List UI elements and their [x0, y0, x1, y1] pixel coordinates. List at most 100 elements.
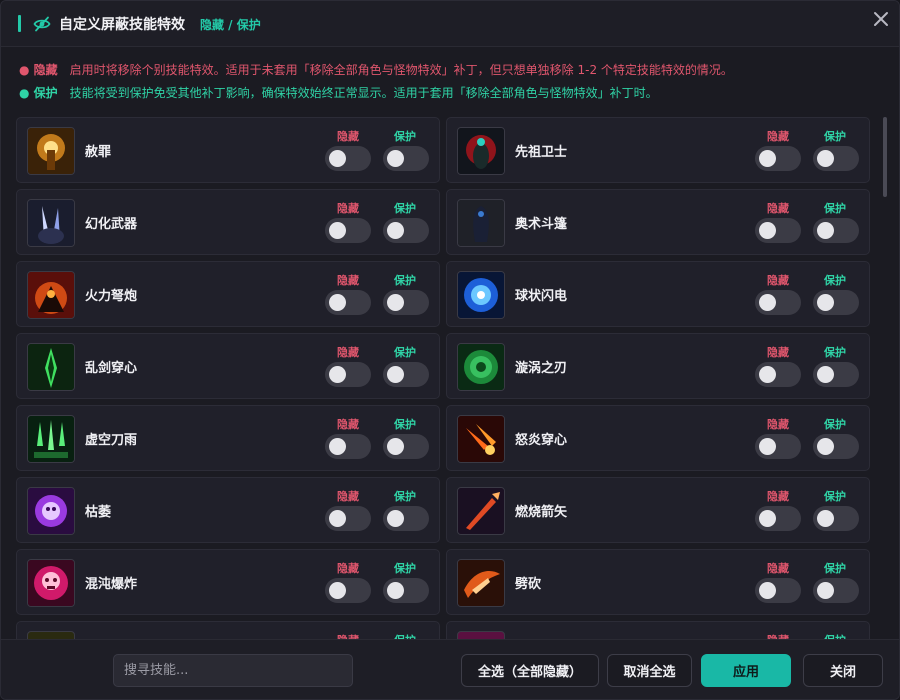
protect-label: 保护 [394, 202, 416, 215]
skill-name: 火力弩炮 [85, 289, 138, 304]
toggle-knob [329, 294, 346, 311]
close-button[interactable]: 关闭 [803, 654, 883, 687]
skill-name: 赦罪 [85, 145, 112, 160]
toggle-knob [817, 294, 834, 311]
protect-toggle[interactable] [383, 362, 429, 387]
title-accent-bar [18, 15, 21, 32]
toggle-knob [387, 366, 404, 383]
info-notes: ● 隐藏 启用时将移除个别技能特效。适用于未套用「移除全部角色与怪物特效」补丁，但… [19, 59, 733, 105]
hide-toggle[interactable] [325, 362, 371, 387]
toggle-knob [817, 510, 834, 527]
hide-toggle[interactable] [755, 578, 801, 603]
hide-label: 隐藏 [767, 130, 789, 143]
skill-search-input[interactable] [113, 654, 353, 687]
hide-toggle[interactable] [755, 146, 801, 171]
toggle-knob [759, 438, 776, 455]
hide-toggle[interactable] [325, 290, 371, 315]
skill-icon-partial [457, 631, 505, 639]
note-hide-tag: ● 隐藏 [19, 63, 58, 77]
protect-toggle[interactable] [383, 146, 429, 171]
scrollbar-thumb[interactable] [883, 117, 887, 197]
toggle-knob [387, 438, 404, 455]
toggle-knob [387, 510, 404, 527]
skill-name: 混沌爆炸 [85, 577, 138, 592]
protect-toggle[interactable] [383, 434, 429, 459]
hide-toggle[interactable] [755, 362, 801, 387]
blade-flurry-icon [27, 343, 75, 391]
skill-card: 幻化武器 隐藏 保护 [16, 189, 440, 255]
hide-toggle[interactable] [325, 434, 371, 459]
toggle-knob [329, 582, 346, 599]
absolution-icon [27, 127, 75, 175]
protect-label: 保护 [394, 346, 416, 359]
protect-toggle[interactable] [813, 146, 859, 171]
toggle-knob [387, 582, 404, 599]
toggle-knob [329, 366, 346, 383]
protect-toggle[interactable] [383, 506, 429, 531]
deselect-all-button[interactable]: 取消全选 [607, 654, 692, 687]
note-protect: ● 保护 技能将受到保护免受其他补丁影响，确保特效始终正常显示。适用于套用「移除全… [19, 82, 733, 105]
hide-label: 隐藏 [337, 632, 359, 639]
skill-name: 燃烧箭矢 [515, 505, 568, 520]
toggle-knob [387, 294, 404, 311]
hide-toggle[interactable] [325, 146, 371, 171]
protect-label: 保护 [394, 418, 416, 431]
phantom-weapon-icon [27, 199, 75, 247]
note-protect-tag: ● 保护 [19, 86, 58, 100]
vortex-blade-icon [457, 343, 505, 391]
toggle-knob [329, 510, 346, 527]
toggle-knob [387, 150, 404, 167]
skill-name: 球状闪电 [515, 289, 568, 304]
protect-toggle[interactable] [813, 506, 859, 531]
protect-toggle[interactable] [383, 218, 429, 243]
protect-toggle[interactable] [813, 218, 859, 243]
protect-label: 保护 [394, 632, 416, 639]
toggle-knob [329, 438, 346, 455]
toggle-knob [817, 150, 834, 167]
hide-label: 隐藏 [767, 490, 789, 503]
hide-toggle[interactable] [755, 290, 801, 315]
toggle-knob [759, 582, 776, 599]
toggle-knob [329, 150, 346, 167]
skill-name: 幻化武器 [85, 217, 138, 232]
hide-toggle[interactable] [755, 218, 801, 243]
protect-label: 保护 [824, 562, 846, 575]
skill-card: 怒炎穿心 隐藏 保护 [446, 405, 870, 471]
hide-toggle[interactable] [755, 506, 801, 531]
protect-label: 保护 [394, 562, 416, 575]
protect-toggle[interactable] [813, 434, 859, 459]
hide-label: 隐藏 [337, 418, 359, 431]
toggle-knob [759, 366, 776, 383]
hide-toggle[interactable] [325, 218, 371, 243]
protect-toggle[interactable] [813, 578, 859, 603]
select-all-button[interactable]: 全选（全部隐藏） [461, 654, 599, 687]
protect-label: 保护 [824, 418, 846, 431]
dialog-title: 自定义屏蔽技能特效 [59, 17, 185, 33]
hide-label: 隐藏 [337, 274, 359, 287]
hide-toggle[interactable] [755, 434, 801, 459]
close-icon[interactable] [871, 9, 891, 29]
apply-button[interactable]: 应用 [701, 654, 791, 687]
protect-toggle[interactable] [383, 290, 429, 315]
eye-off-icon [33, 16, 51, 32]
dialog-header: 自定义屏蔽技能特效 隐藏 / 保护 [1, 1, 899, 47]
skill-name: 虚空刀雨 [85, 433, 138, 448]
protect-toggle[interactable] [383, 578, 429, 603]
skill-card-partial: 隐藏 保护 [16, 621, 440, 639]
protect-toggle[interactable] [813, 362, 859, 387]
hide-toggle[interactable] [325, 578, 371, 603]
toggle-knob [759, 150, 776, 167]
void-blade-rain-icon [27, 415, 75, 463]
toggle-knob [759, 510, 776, 527]
protect-toggle[interactable] [813, 290, 859, 315]
note-hide: ● 隐藏 启用时将移除个别技能特效。适用于未套用「移除全部角色与怪物特效」补丁，但… [19, 59, 733, 82]
hide-label: 隐藏 [767, 274, 789, 287]
blazing-pierce-icon [457, 415, 505, 463]
protect-label: 保护 [824, 274, 846, 287]
toggle-knob [759, 294, 776, 311]
hide-label: 隐藏 [767, 202, 789, 215]
protect-label: 保护 [824, 490, 846, 503]
skill-grid: 赦罪 隐藏 保护 先祖卫士 隐藏 保护 幻化武器 隐藏 保护 奥术斗篷 隐藏 保护 火力弩炮 隐藏 保护 球状… [16, 117, 871, 639]
toggle-knob [817, 366, 834, 383]
hide-toggle[interactable] [325, 506, 371, 531]
